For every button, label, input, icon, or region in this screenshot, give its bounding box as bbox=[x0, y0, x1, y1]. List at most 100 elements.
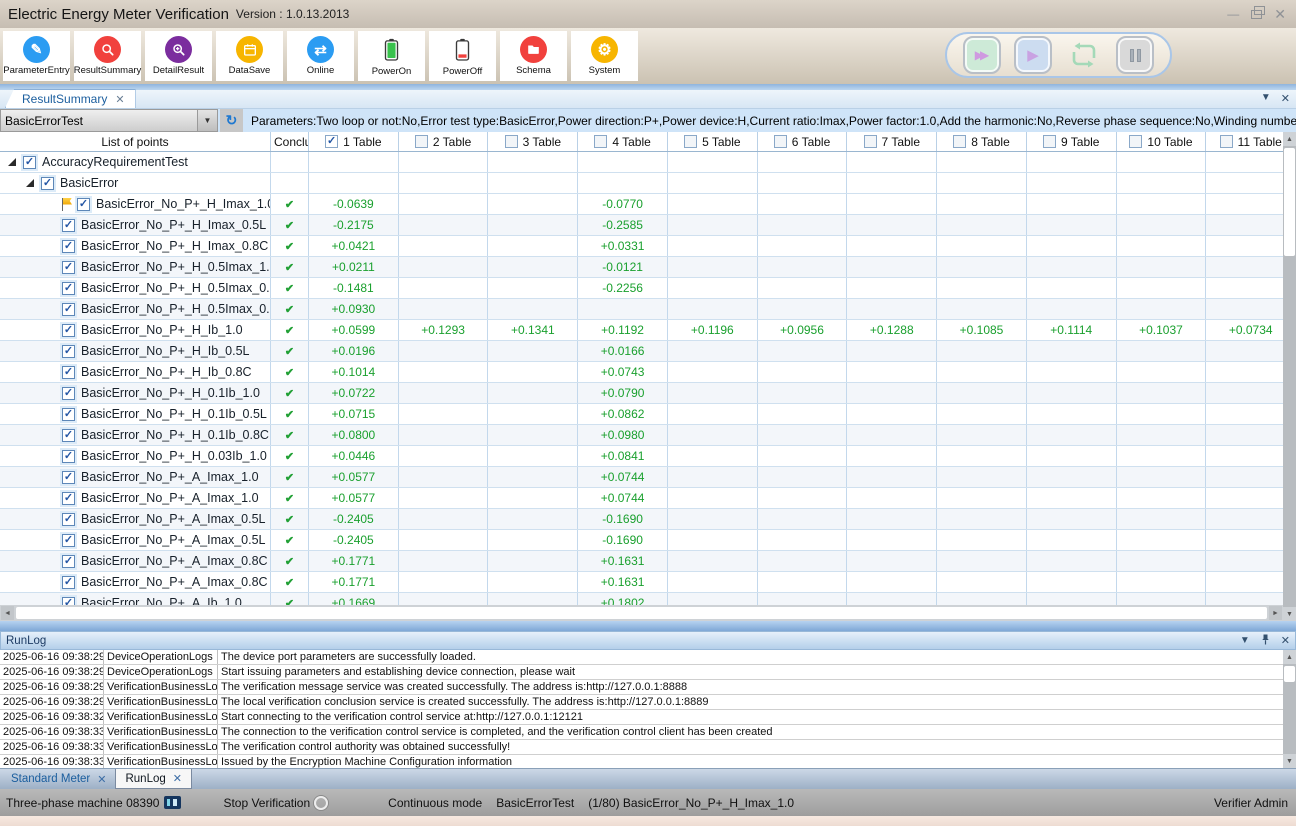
column-header[interactable]: 7 Table bbox=[847, 132, 937, 151]
tree-row[interactable]: BasicError_No_P+_A_Imax_1.0✔+0.0577+0.07… bbox=[0, 467, 1296, 488]
tab-close-icon[interactable]: ✕ bbox=[115, 93, 124, 106]
runlog-header[interactable]: RunLog ▼ ✕ bbox=[0, 631, 1296, 650]
table-select-checkbox[interactable] bbox=[415, 135, 428, 148]
vertical-scrollbar[interactable]: ▲ ▼ bbox=[1283, 132, 1296, 621]
column-header[interactable]: 6 Table bbox=[758, 132, 848, 151]
row-checkbox[interactable] bbox=[62, 387, 75, 400]
horizontal-scrollbar[interactable]: ◄ ► bbox=[0, 605, 1296, 621]
tree-row[interactable]: BasicError_No_P+_H_0.1Ib_0.5L✔+0.0715+0.… bbox=[0, 404, 1296, 425]
tab-close-icon[interactable]: ✕ bbox=[173, 772, 182, 785]
row-checkbox[interactable] bbox=[41, 177, 54, 190]
power-off-button[interactable]: PowerOff bbox=[429, 31, 496, 81]
column-header[interactable]: 9 Table bbox=[1027, 132, 1117, 151]
column-header[interactable]: 4 Table bbox=[578, 132, 668, 151]
close-icon[interactable]: ✕ bbox=[1281, 92, 1290, 105]
row-checkbox[interactable] bbox=[62, 303, 75, 316]
table-select-checkbox[interactable] bbox=[684, 135, 697, 148]
column-header[interactable]: 1 Table bbox=[309, 132, 399, 151]
row-checkbox[interactable] bbox=[62, 366, 75, 379]
minimize-icon[interactable]: — bbox=[1227, 8, 1239, 20]
tree-row[interactable]: BasicError_No_P+_H_0.1Ib_0.8C✔+0.0800+0.… bbox=[0, 425, 1296, 446]
tab-close-icon[interactable]: ✕ bbox=[97, 773, 106, 786]
row-checkbox[interactable] bbox=[62, 513, 75, 526]
row-checkbox[interactable] bbox=[62, 240, 75, 253]
table-select-checkbox[interactable] bbox=[953, 135, 966, 148]
row-checkbox[interactable] bbox=[62, 471, 75, 484]
row-checkbox[interactable] bbox=[62, 261, 75, 274]
table-select-checkbox[interactable] bbox=[864, 135, 877, 148]
scroll-thumb[interactable] bbox=[16, 607, 1267, 619]
tree-row[interactable]: BasicError_No_P+_H_Ib_0.5L✔+0.0196+0.016… bbox=[0, 341, 1296, 362]
row-checkbox[interactable] bbox=[77, 198, 90, 211]
scroll-up-icon[interactable]: ▲ bbox=[1283, 650, 1296, 664]
table-select-checkbox[interactable] bbox=[774, 135, 787, 148]
close-icon[interactable]: ✕ bbox=[1281, 634, 1290, 647]
tree-row[interactable]: AccuracyRequirementTest bbox=[0, 152, 1296, 173]
scroll-up-icon[interactable]: ▲ bbox=[1283, 132, 1296, 146]
row-checkbox[interactable] bbox=[62, 555, 75, 568]
play-icon[interactable]: ▶ bbox=[1014, 36, 1052, 74]
schema-button[interactable]: Schema bbox=[500, 31, 567, 81]
power-on-button[interactable]: PowerOn bbox=[358, 31, 425, 81]
stop-verification-control[interactable]: Stop Verification bbox=[223, 796, 328, 810]
row-checkbox[interactable] bbox=[62, 345, 75, 358]
restore-icon[interactable] bbox=[1251, 10, 1262, 19]
scroll-down-icon[interactable]: ▼ bbox=[1283, 607, 1296, 621]
column-header[interactable]: 2 Table bbox=[399, 132, 489, 151]
tree-row[interactable]: BasicError bbox=[0, 173, 1296, 194]
row-checkbox[interactable] bbox=[62, 492, 75, 505]
row-checkbox[interactable] bbox=[62, 408, 75, 421]
scroll-right-icon[interactable]: ► bbox=[1269, 606, 1282, 620]
stop-indicator-icon[interactable] bbox=[314, 796, 328, 810]
chevron-down-icon[interactable]: ▼ bbox=[197, 110, 217, 131]
tab-runlog[interactable]: RunLog ✕ bbox=[115, 769, 192, 789]
tree-row[interactable]: BasicError_No_P+_H_Imax_0.5L✔-0.2175-0.2… bbox=[0, 215, 1296, 236]
table-select-checkbox[interactable] bbox=[505, 135, 518, 148]
column-header[interactable]: 8 Table bbox=[937, 132, 1027, 151]
tree-row[interactable]: BasicError_No_P+_A_Ib_1.0✔+0.1669+0.1802 bbox=[0, 593, 1296, 605]
expand-arrow-icon[interactable] bbox=[8, 158, 16, 166]
row-checkbox[interactable] bbox=[62, 534, 75, 547]
log-row[interactable]: 2025-06-16 09:38:29VerificationBusinessL… bbox=[0, 695, 1296, 710]
scroll-thumb[interactable] bbox=[1284, 666, 1295, 682]
row-checkbox[interactable] bbox=[62, 597, 75, 606]
tree-row[interactable]: BasicError_No_P+_H_Imax_0.8C✔+0.0421+0.0… bbox=[0, 236, 1296, 257]
tree-row[interactable]: BasicError_No_P+_H_0.5Imax_0.8C✔+0.0930 bbox=[0, 299, 1296, 320]
conclusion-column-header[interactable]: Conclu bbox=[271, 132, 309, 151]
row-checkbox[interactable] bbox=[62, 219, 75, 232]
tree-row[interactable]: BasicError_No_P+_H_0.5Imax_0.5L✔-0.1481-… bbox=[0, 278, 1296, 299]
log-row[interactable]: 2025-06-16 09:38:33VerificationBusinessL… bbox=[0, 725, 1296, 740]
tree-row[interactable]: BasicError_No_P+_A_Imax_0.8C✔+0.1771+0.1… bbox=[0, 551, 1296, 572]
close-icon[interactable]: ✕ bbox=[1274, 7, 1286, 21]
fast-forward-icon[interactable]: ▶▶ bbox=[963, 36, 1001, 74]
tree-row[interactable]: BasicError_No_P+_H_0.5Imax_1.0✔+0.0211-0… bbox=[0, 257, 1296, 278]
chevron-down-icon[interactable]: ▼ bbox=[1261, 92, 1271, 105]
scroll-left-icon[interactable]: ◄ bbox=[1, 606, 14, 620]
tab-result-summary[interactable]: ResultSummary ✕ bbox=[5, 89, 136, 108]
scroll-down-icon[interactable]: ▼ bbox=[1283, 754, 1296, 768]
panel-splitter[interactable] bbox=[0, 621, 1296, 631]
tree-row[interactable]: BasicError_No_P+_H_Ib_0.8C✔+0.1014+0.074… bbox=[0, 362, 1296, 383]
pause-icon[interactable] bbox=[1116, 36, 1154, 74]
tree-row[interactable]: BasicError_No_P+_A_Imax_1.0✔+0.0577+0.07… bbox=[0, 488, 1296, 509]
result-summary-button[interactable]: ResultSummary bbox=[74, 31, 141, 81]
runlog-scrollbar[interactable]: ▲ ▼ bbox=[1283, 650, 1296, 768]
expand-arrow-icon[interactable] bbox=[26, 179, 34, 187]
log-row[interactable]: 2025-06-16 09:38:33VerificationBusinessL… bbox=[0, 755, 1296, 768]
tree-row[interactable]: BasicError_No_P+_A_Imax_0.8C✔+0.1771+0.1… bbox=[0, 572, 1296, 593]
row-checkbox[interactable] bbox=[62, 282, 75, 295]
loop-icon[interactable] bbox=[1065, 36, 1103, 74]
tree-row[interactable]: BasicError_No_P+_H_0.03Ib_1.0✔+0.0446+0.… bbox=[0, 446, 1296, 467]
tree-row[interactable]: BasicError_No_P+_A_Imax_0.5L✔-0.2405-0.1… bbox=[0, 530, 1296, 551]
test-scheme-dropdown[interactable]: BasicErrorTest ▼ bbox=[0, 109, 218, 132]
system-button[interactable]: ⚙ System bbox=[571, 31, 638, 81]
tab-standard-meter[interactable]: Standard Meter ✕ bbox=[2, 769, 115, 789]
row-checkbox[interactable] bbox=[62, 450, 75, 463]
table-select-checkbox[interactable] bbox=[594, 135, 607, 148]
log-row[interactable]: 2025-06-16 09:38:29DeviceOperationLogsSt… bbox=[0, 665, 1296, 680]
row-checkbox[interactable] bbox=[62, 324, 75, 337]
pin-icon[interactable] bbox=[1261, 634, 1270, 648]
log-row[interactable]: 2025-06-16 09:38:29VerificationBusinessL… bbox=[0, 680, 1296, 695]
tree-row[interactable]: BasicError_No_P+_A_Imax_0.5L✔-0.2405-0.1… bbox=[0, 509, 1296, 530]
table-select-checkbox[interactable] bbox=[1220, 135, 1233, 148]
